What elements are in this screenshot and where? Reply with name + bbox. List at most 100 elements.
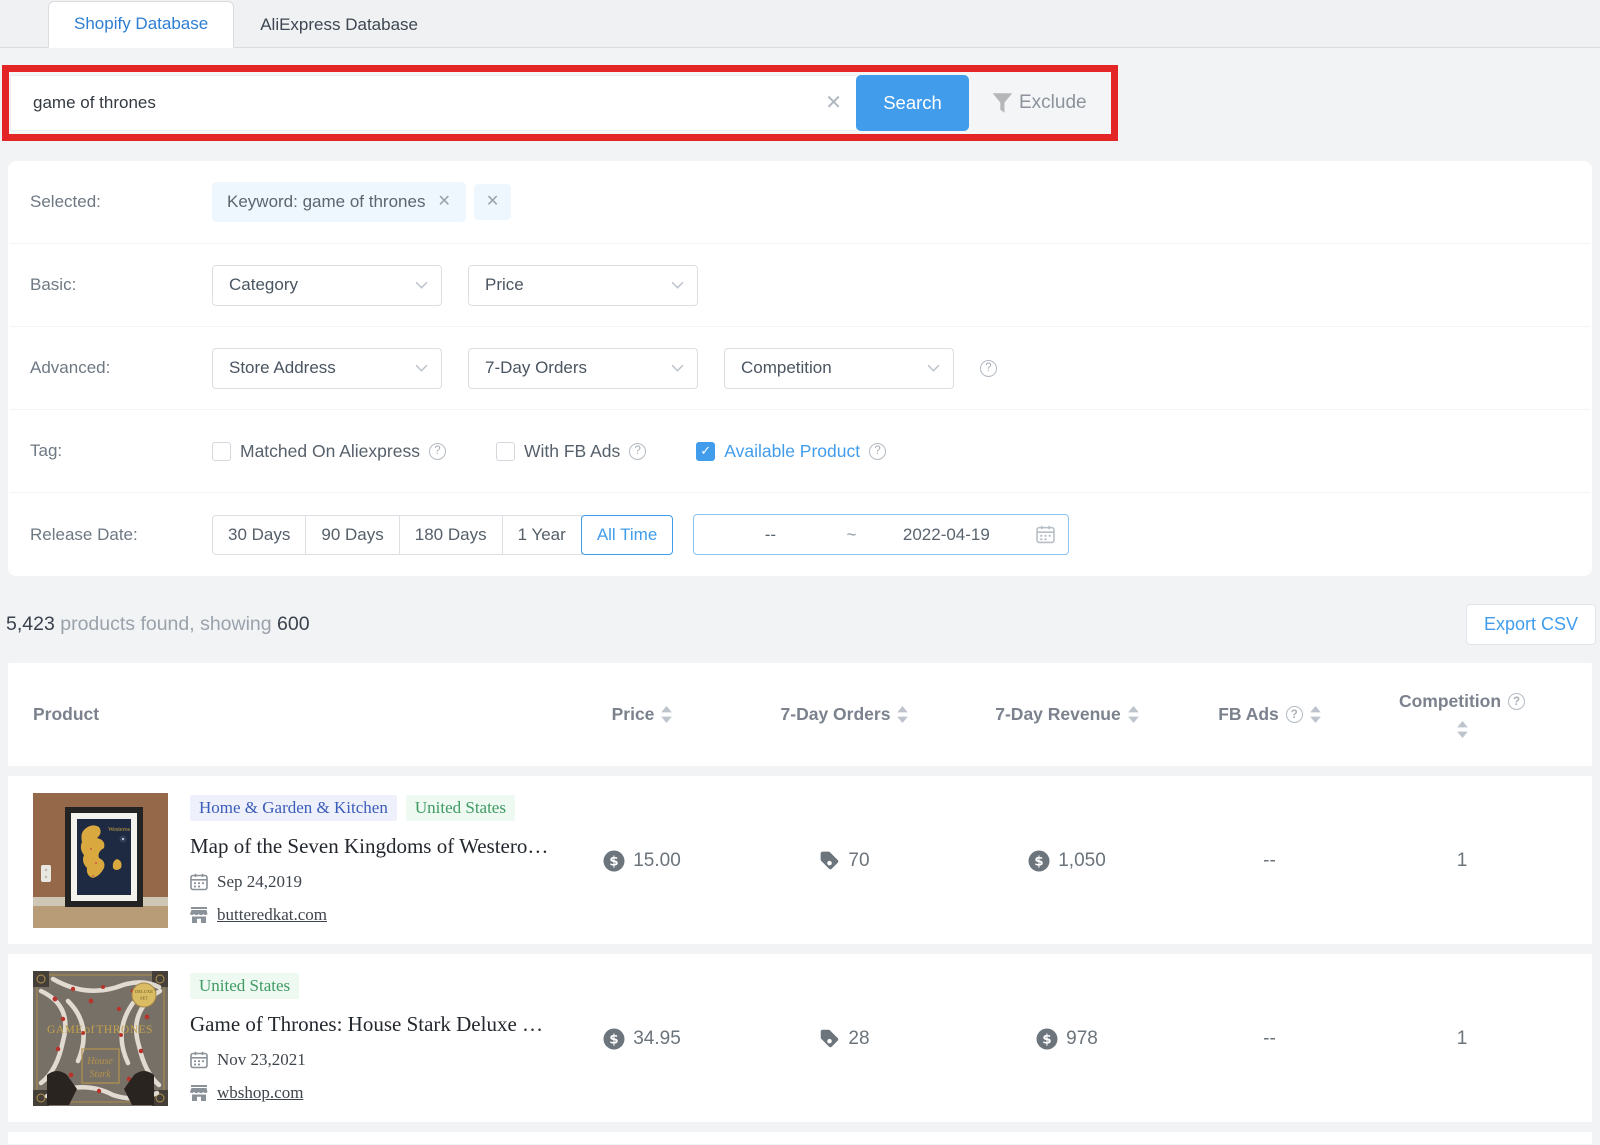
release-all-time[interactable]: All Time	[581, 515, 673, 555]
product-tags: United States	[190, 973, 543, 999]
orders-text: 28	[848, 1028, 869, 1050]
clear-all-chip[interactable]	[474, 184, 511, 220]
sort-icon[interactable]	[897, 706, 908, 723]
exclude-filter-button[interactable]: Exclude	[989, 90, 1087, 116]
svg-text:GAME of THRONES: GAME of THRONES	[47, 1024, 153, 1036]
export-csv-button[interactable]: Export CSV	[1466, 604, 1596, 645]
filter-row-tag: Tag: Matched On Aliexpress With FB Ads A…	[10, 410, 1590, 493]
checkbox-label: With FB Ads	[524, 441, 620, 462]
date-from-value: --	[694, 525, 846, 545]
sort-icon[interactable]	[1457, 721, 1468, 738]
dollar-icon: $	[603, 850, 625, 872]
competition-text: 1	[1457, 1028, 1468, 1050]
category-dropdown[interactable]: Category	[212, 265, 442, 306]
basic-label: Basic:	[30, 275, 212, 295]
tab-aliexpress-database[interactable]: AliExpress Database	[234, 2, 444, 48]
product-tags: Home & Garden & Kitchen United States	[190, 795, 548, 821]
release-180-days[interactable]: 180 Days	[399, 515, 503, 555]
annotation-highlight-box: Search Exclude	[2, 65, 1118, 141]
product-title[interactable]: Map of the Seven Kingdoms of Westero…	[190, 834, 548, 859]
release-30-days[interactable]: 30 Days	[212, 515, 306, 555]
checkbox-icon	[212, 442, 231, 461]
product-cell: Westeros Home & Garden & Kitchen United …	[8, 793, 552, 928]
product-release-date: Nov 23,2021	[217, 1050, 306, 1070]
results-found-text: products found, showing	[60, 613, 271, 635]
price-dropdown[interactable]: Price	[468, 265, 698, 306]
filter-row-advanced: Advanced: Store Address 7-Day Orders Com…	[10, 327, 1590, 410]
header-7-day-orders: 7-Day Orders	[732, 704, 957, 725]
sort-icon[interactable]	[1128, 706, 1139, 723]
category-dropdown-label: Category	[229, 275, 298, 295]
competition-header-help-icon[interactable]	[1508, 693, 1525, 710]
filter-panel: Selected: Keyword: game of thrones Basic…	[8, 161, 1592, 576]
tab-shopify-database[interactable]: Shopify Database	[48, 1, 234, 48]
dollar-icon: $	[1036, 1028, 1058, 1050]
header-7-day-revenue: 7-Day Revenue	[957, 704, 1177, 725]
advanced-label: Advanced:	[30, 358, 212, 378]
calendar-icon[interactable]	[1036, 525, 1055, 544]
product-release-date: Sep 24,2019	[217, 872, 302, 892]
chevron-down-icon	[415, 281, 428, 289]
revenue-value: $ 1,050	[957, 850, 1177, 872]
checkbox-matched-on-aliexpress[interactable]: Matched On Aliexpress	[212, 441, 446, 462]
checkbox-with-fb-ads[interactable]: With FB Ads	[496, 441, 646, 462]
price-dropdown-label: Price	[485, 275, 524, 295]
competition-dropdown[interactable]: Competition	[724, 348, 954, 389]
matched-help-icon[interactable]	[429, 443, 446, 460]
product-store-row: wbshop.com	[190, 1083, 543, 1103]
header-price: Price	[552, 704, 732, 725]
store-address-dropdown-label: Store Address	[229, 358, 336, 378]
product-info: Home & Garden & Kitchen United States Ma…	[190, 793, 548, 928]
calendar-icon	[190, 1051, 208, 1069]
product-image-westeros-map[interactable]: Westeros	[33, 793, 168, 928]
category-tag: Home & Garden & Kitchen	[190, 795, 397, 821]
competition-value: 1	[1362, 1028, 1562, 1050]
product-title[interactable]: Game of Thrones: House Stark Deluxe …	[190, 1012, 543, 1037]
product-date-row: Nov 23,2021	[190, 1050, 543, 1070]
header-competition-label: Competition	[1399, 691, 1501, 712]
product-image-house-stark-box[interactable]: DELUXE SET GAME of THRONES House Stark	[33, 971, 168, 1106]
store-address-dropdown[interactable]: Store Address	[212, 348, 442, 389]
sort-icon[interactable]	[661, 706, 672, 723]
svg-text:$: $	[1042, 1031, 1051, 1047]
header-orders-label: 7-Day Orders	[781, 704, 891, 725]
product-info: United States Game of Thrones: House Sta…	[190, 971, 543, 1106]
checkbox-label: Matched On Aliexpress	[240, 441, 420, 462]
selected-keyword-chip[interactable]: Keyword: game of thrones	[212, 182, 466, 222]
tag-label: Tag:	[30, 441, 212, 461]
orders-value: 70	[732, 850, 957, 872]
advanced-help-icon[interactable]	[980, 360, 997, 377]
fb-ads-header-help-icon[interactable]	[1286, 706, 1303, 723]
release-date-range-input[interactable]: -- ~ 2022-04-19	[693, 514, 1069, 555]
product-store-domain[interactable]: wbshop.com	[217, 1083, 303, 1103]
fb-ads-value: --	[1177, 1028, 1362, 1050]
exclude-label: Exclude	[1019, 92, 1087, 114]
product-row: Westeros Home & Garden & Kitchen United …	[8, 776, 1592, 944]
svg-text:SET: SET	[140, 996, 148, 1001]
checkbox-available-product[interactable]: Available Product	[696, 441, 886, 462]
header-revenue-label: 7-Day Revenue	[995, 704, 1120, 725]
svg-text:House: House	[86, 1056, 113, 1067]
results-summary: 5,423 products found, showing 600	[6, 613, 310, 636]
remove-keyword-icon[interactable]	[437, 194, 450, 210]
revenue-text: 1,050	[1058, 850, 1106, 872]
product-row: DELUXE SET GAME of THRONES House Stark U…	[8, 954, 1592, 1122]
search-input[interactable]	[11, 76, 856, 130]
dollar-icon: $	[603, 1028, 625, 1050]
clear-search-icon[interactable]	[825, 93, 842, 113]
search-button[interactable]: Search	[856, 75, 969, 131]
header-product: Product	[8, 704, 552, 725]
results-shown-count: 600	[277, 613, 310, 635]
sort-icon[interactable]	[1310, 706, 1321, 723]
revenue-text: 978	[1066, 1028, 1098, 1050]
release-1-year[interactable]: 1 Year	[502, 515, 582, 555]
release-90-days[interactable]: 90 Days	[305, 515, 399, 555]
price-text: 34.95	[633, 1028, 681, 1050]
available-product-help-icon[interactable]	[869, 443, 886, 460]
svg-text:Westeros: Westeros	[108, 827, 131, 833]
fb-ads-text: --	[1263, 1028, 1276, 1050]
fb-ads-help-icon[interactable]	[629, 443, 646, 460]
product-store-domain[interactable]: butteredkat.com	[217, 905, 327, 925]
row-separator	[8, 1122, 1592, 1132]
seven-day-orders-dropdown[interactable]: 7-Day Orders	[468, 348, 698, 389]
